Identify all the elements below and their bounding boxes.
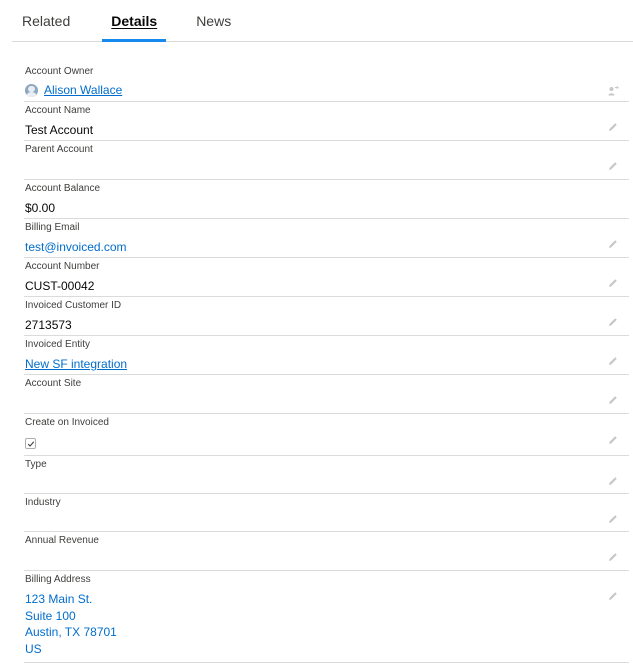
details-field-list: Account Owner Alison Wallace Account Nam… [24,63,629,663]
address-line: Austin, TX 78701 [25,625,117,639]
field-annual-revenue: Annual Revenue [24,532,629,571]
checkmark-icon [27,441,35,447]
field-label: Billing Address [25,574,91,585]
email-link[interactable]: test@invoiced.com [25,239,127,255]
billing-address-link[interactable]: 123 Main St. Suite 100 Austin, TX 78701 … [25,591,117,657]
tab-news-label: News [196,12,232,29]
tab-details[interactable]: Details [102,0,167,42]
field-billing-email: Billing Email test@invoiced.com [24,219,629,258]
owner-link[interactable]: Alison Wallace [44,82,122,98]
field-industry: Industry [24,494,629,532]
pencil-icon[interactable] [607,355,619,367]
pencil-icon[interactable] [607,160,619,172]
field-account-site: Account Site [24,375,629,414]
tab-details-label: Details [111,12,158,29]
field-label: Billing Email [25,222,80,233]
change-owner-icon[interactable] [607,85,619,97]
pencil-icon[interactable] [607,590,619,602]
record-detail-page: Related Details News Account Owner Aliso… [0,0,633,664]
field-billing-address: Billing Address 123 Main St. Suite 100 A… [24,571,629,663]
pencil-icon[interactable] [607,121,619,133]
field-label: Invoiced Entity [25,339,91,350]
field-account-number: Account Number CUST-00042 [24,258,629,297]
tab-news[interactable]: News [186,0,241,41]
user-avatar [25,83,38,97]
address-line: 123 Main St. [25,592,93,606]
field-label: Account Number [25,261,100,272]
field-account-name: Account Name Test Account [24,102,629,141]
field-create-on-invoiced: Create on Invoiced [24,414,629,456]
pencil-icon[interactable] [607,551,619,563]
pencil-icon[interactable] [607,475,619,487]
tab-related[interactable]: Related [12,0,81,41]
field-label: Parent Account [25,144,93,155]
pencil-icon[interactable] [607,277,619,289]
field-value: CUST-00042 [25,279,95,293]
field-account-balance: Account Balance $0.00 [24,180,629,219]
field-invoiced-customer-id: Invoiced Customer ID 2713573 [24,297,629,336]
field-label: Account Site [25,378,82,389]
pencil-icon[interactable] [607,434,619,446]
field-invoiced-entity: Invoiced Entity New SF integration [24,336,629,375]
field-label: Account Balance [25,183,101,194]
field-label: Annual Revenue [25,535,99,546]
field-account-owner: Account Owner Alison Wallace [24,63,629,102]
address-line: Suite 100 [25,608,76,623]
tab-bar: Related Details News [12,0,633,42]
field-label: Account Name [25,105,91,116]
entity-link[interactable]: New SF integration [25,356,127,372]
field-label: Invoiced Customer ID [25,300,122,311]
field-value: Test Account [25,123,94,137]
address-line: US [25,641,42,656]
field-label: Account Owner [25,66,94,77]
pencil-icon[interactable] [607,513,619,525]
field-label: Create on Invoiced [25,417,109,428]
field-label: Industry [25,497,61,508]
tab-related-label: Related [22,12,71,29]
create-on-invoiced-checkbox[interactable] [25,438,36,449]
field-value: 2713573 [25,318,72,332]
pencil-icon[interactable] [607,316,619,328]
field-type: Type [24,456,629,494]
field-label: Type [25,459,47,470]
field-parent-account: Parent Account [24,141,629,180]
field-value: $0.00 [25,201,56,215]
pencil-icon[interactable] [607,238,619,250]
pencil-icon[interactable] [607,394,619,406]
owner-value: Alison Wallace [25,82,122,98]
